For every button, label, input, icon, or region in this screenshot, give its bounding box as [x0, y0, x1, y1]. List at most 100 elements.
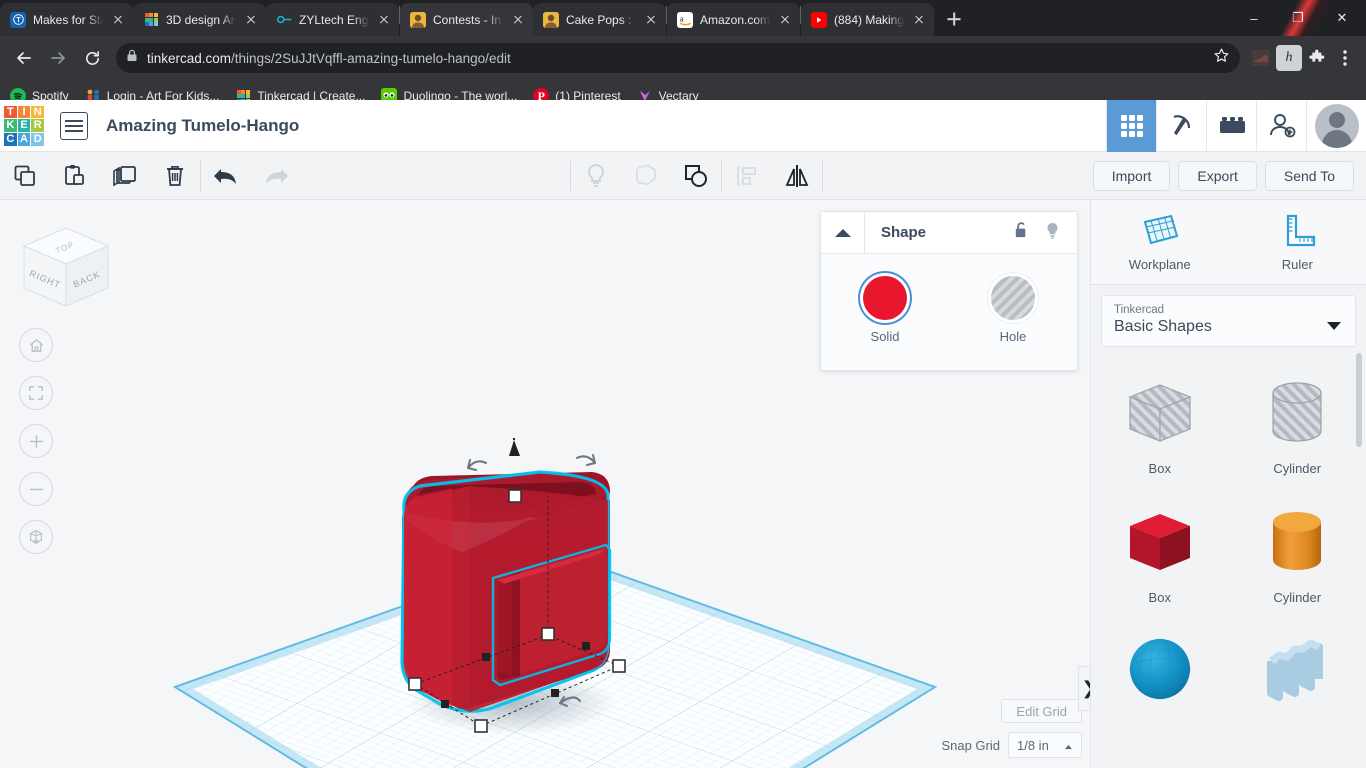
browser-tab[interactable]: Makes for Star War	[0, 3, 133, 36]
edit-grid-button[interactable]: Edit Grid	[1001, 699, 1082, 723]
right-sidebar: Workplane Ruler Tinkercad Basic Shapes B…	[1090, 200, 1366, 768]
extension-dark-icon[interactable]	[1248, 45, 1274, 71]
shape-panel-body: Solid Hole	[821, 254, 1077, 370]
tab-title: Cake Pops : 7 Steps	[566, 12, 636, 27]
navigation-bar: tinkercad.com/things/2SuJJtVqffl-amazing…	[0, 36, 1366, 80]
orthographic-toggle-icon[interactable]	[19, 520, 53, 554]
lightbulb-icon[interactable]	[1044, 221, 1061, 245]
editor-toolbar: Import Export Send To	[0, 152, 1366, 200]
delete-trash-icon[interactable]	[150, 152, 200, 200]
maximize-button[interactable]: ❐	[1276, 2, 1320, 34]
snap-grid-row: Snap Grid 1/8 in	[941, 732, 1082, 758]
browser-tab[interactable]: Cake Pops : 7 Steps	[533, 3, 666, 36]
tab-title: (884) Making Link's	[834, 12, 904, 27]
new-tab-button[interactable]	[940, 5, 968, 33]
browser-tab-active[interactable]: Contests - Instructa	[400, 3, 533, 36]
browser-tab[interactable]: a Amazon.com Shop	[667, 3, 800, 36]
close-icon[interactable]	[110, 12, 126, 28]
tinkercad-logo[interactable]: T I N K E R C A D	[4, 105, 44, 146]
unlock-icon[interactable]	[1013, 221, 1030, 245]
home-view-icon[interactable]	[19, 328, 53, 362]
mirror-flip-icon[interactable]	[772, 152, 822, 200]
shape-library-scrollbar[interactable]	[1356, 353, 1362, 447]
close-icon[interactable]	[643, 12, 659, 28]
browser-window: Makes for Star War 3D design Amazing ZYL…	[0, 0, 1366, 768]
logo-letter: I	[17, 105, 31, 119]
grid-apps-icon[interactable]	[1106, 99, 1156, 152]
solid-color-swatch[interactable]	[863, 276, 907, 320]
toolbar-actions: Import Export Send To	[1092, 160, 1366, 191]
bookmark-star-icon[interactable]	[1213, 47, 1230, 69]
browser-tab[interactable]: (884) Making Link's	[801, 3, 934, 36]
shape-item-hole-box[interactable]: Box	[1091, 359, 1229, 488]
address-bar[interactable]: tinkercad.com/things/2SuJJtVqffl-amazing…	[116, 43, 1240, 73]
back-icon[interactable]	[8, 42, 40, 74]
copy-icon[interactable]	[0, 152, 50, 200]
workplane-label: Workplane	[1128, 257, 1191, 272]
pickaxe-minecraft-icon[interactable]	[1156, 99, 1206, 152]
hole-swatch[interactable]	[991, 276, 1035, 320]
undo-icon[interactable]	[201, 152, 251, 200]
close-icon[interactable]	[376, 12, 392, 28]
shape-item-orange-cylinder[interactable]: Cylinder	[1229, 488, 1366, 617]
forward-icon[interactable]	[42, 42, 74, 74]
logo-letter: C	[4, 132, 17, 146]
url-text: tinkercad.com/things/2SuJJtVqffl-amazing…	[147, 51, 511, 66]
close-icon[interactable]	[510, 12, 526, 28]
url-domain: tinkercad.com	[147, 50, 232, 66]
duplicate-icon[interactable]	[100, 152, 150, 200]
viewport-nav-controls	[19, 328, 53, 554]
export-button[interactable]: Export	[1178, 160, 1257, 191]
ruler-tool[interactable]: Ruler	[1229, 200, 1366, 284]
project-menu-icon[interactable]	[60, 111, 88, 140]
fit-to-view-icon[interactable]	[19, 376, 53, 410]
logo-letter: T	[4, 105, 17, 119]
shape-item-hole-cylinder[interactable]: Cylinder	[1229, 359, 1366, 488]
zoom-out-icon[interactable]	[19, 472, 53, 506]
puzzle-extensions-icon[interactable]	[1304, 45, 1330, 71]
extension-icons: h	[1248, 45, 1358, 71]
shape-item-scribble[interactable]	[1229, 617, 1366, 731]
shape-panel-title: Shape	[881, 224, 927, 241]
hole-option[interactable]: Hole	[949, 276, 1077, 344]
3d-viewport[interactable]: TOP RIGHT BACK Shape Solid Hole Edit Gri…	[0, 200, 1090, 768]
collapse-triangle-icon[interactable]	[821, 211, 865, 254]
import-button[interactable]: Import	[1092, 160, 1171, 191]
close-icon[interactable]	[777, 12, 793, 28]
reload-icon[interactable]	[76, 42, 108, 74]
user-avatar[interactable]	[1306, 99, 1366, 152]
align-icon	[722, 152, 772, 200]
send-to-button[interactable]: Send To	[1264, 160, 1354, 191]
shape-label: Cylinder	[1273, 590, 1322, 605]
solid-option[interactable]: Solid	[821, 276, 949, 344]
minimize-button[interactable]: –	[1232, 2, 1276, 34]
close-window-button[interactable]: ✕	[1320, 2, 1364, 34]
library-selector[interactable]: Tinkercad Basic Shapes	[1101, 295, 1356, 347]
shape-label: Box	[1148, 461, 1171, 476]
add-user-icon[interactable]	[1256, 99, 1306, 152]
ungroup-icon[interactable]	[671, 152, 721, 200]
hole-label: Hole	[999, 329, 1027, 344]
shape-library-grid[interactable]: Box Cylinder Box Cylinder	[1091, 347, 1366, 768]
library-owner: Tinkercad	[1114, 304, 1165, 316]
tinkercad-app: T I N K E R C A D Amazing Tumelo-Hango I…	[0, 99, 1366, 768]
browser-tab[interactable]: ZYLtech Engineerin	[266, 3, 399, 36]
tab-title: Makes for Star War	[33, 12, 103, 27]
svg-text:a: a	[679, 13, 683, 23]
shape-row: Box Cylinder	[1091, 488, 1366, 617]
view-cube[interactable]: TOP RIGHT BACK	[16, 224, 112, 314]
honey-extension-icon[interactable]: h	[1276, 45, 1302, 71]
shape-item-red-box[interactable]: Box	[1091, 488, 1229, 617]
paste-icon[interactable]	[50, 152, 100, 200]
close-icon[interactable]	[911, 12, 927, 28]
chrome-menu-icon[interactable]	[1332, 45, 1358, 71]
shape-row	[1091, 617, 1366, 731]
workplane-tool[interactable]: Workplane	[1091, 200, 1229, 284]
tab-title: 3D design Amazing	[166, 12, 236, 27]
shape-item-blue-sphere[interactable]	[1091, 617, 1229, 731]
zoom-in-icon[interactable]	[19, 424, 53, 458]
snap-grid-select[interactable]: 1/8 in	[1008, 732, 1082, 758]
browser-tab[interactable]: 3D design Amazing	[133, 3, 266, 36]
close-icon[interactable]	[243, 12, 259, 28]
lego-brick-icon[interactable]	[1206, 99, 1256, 152]
